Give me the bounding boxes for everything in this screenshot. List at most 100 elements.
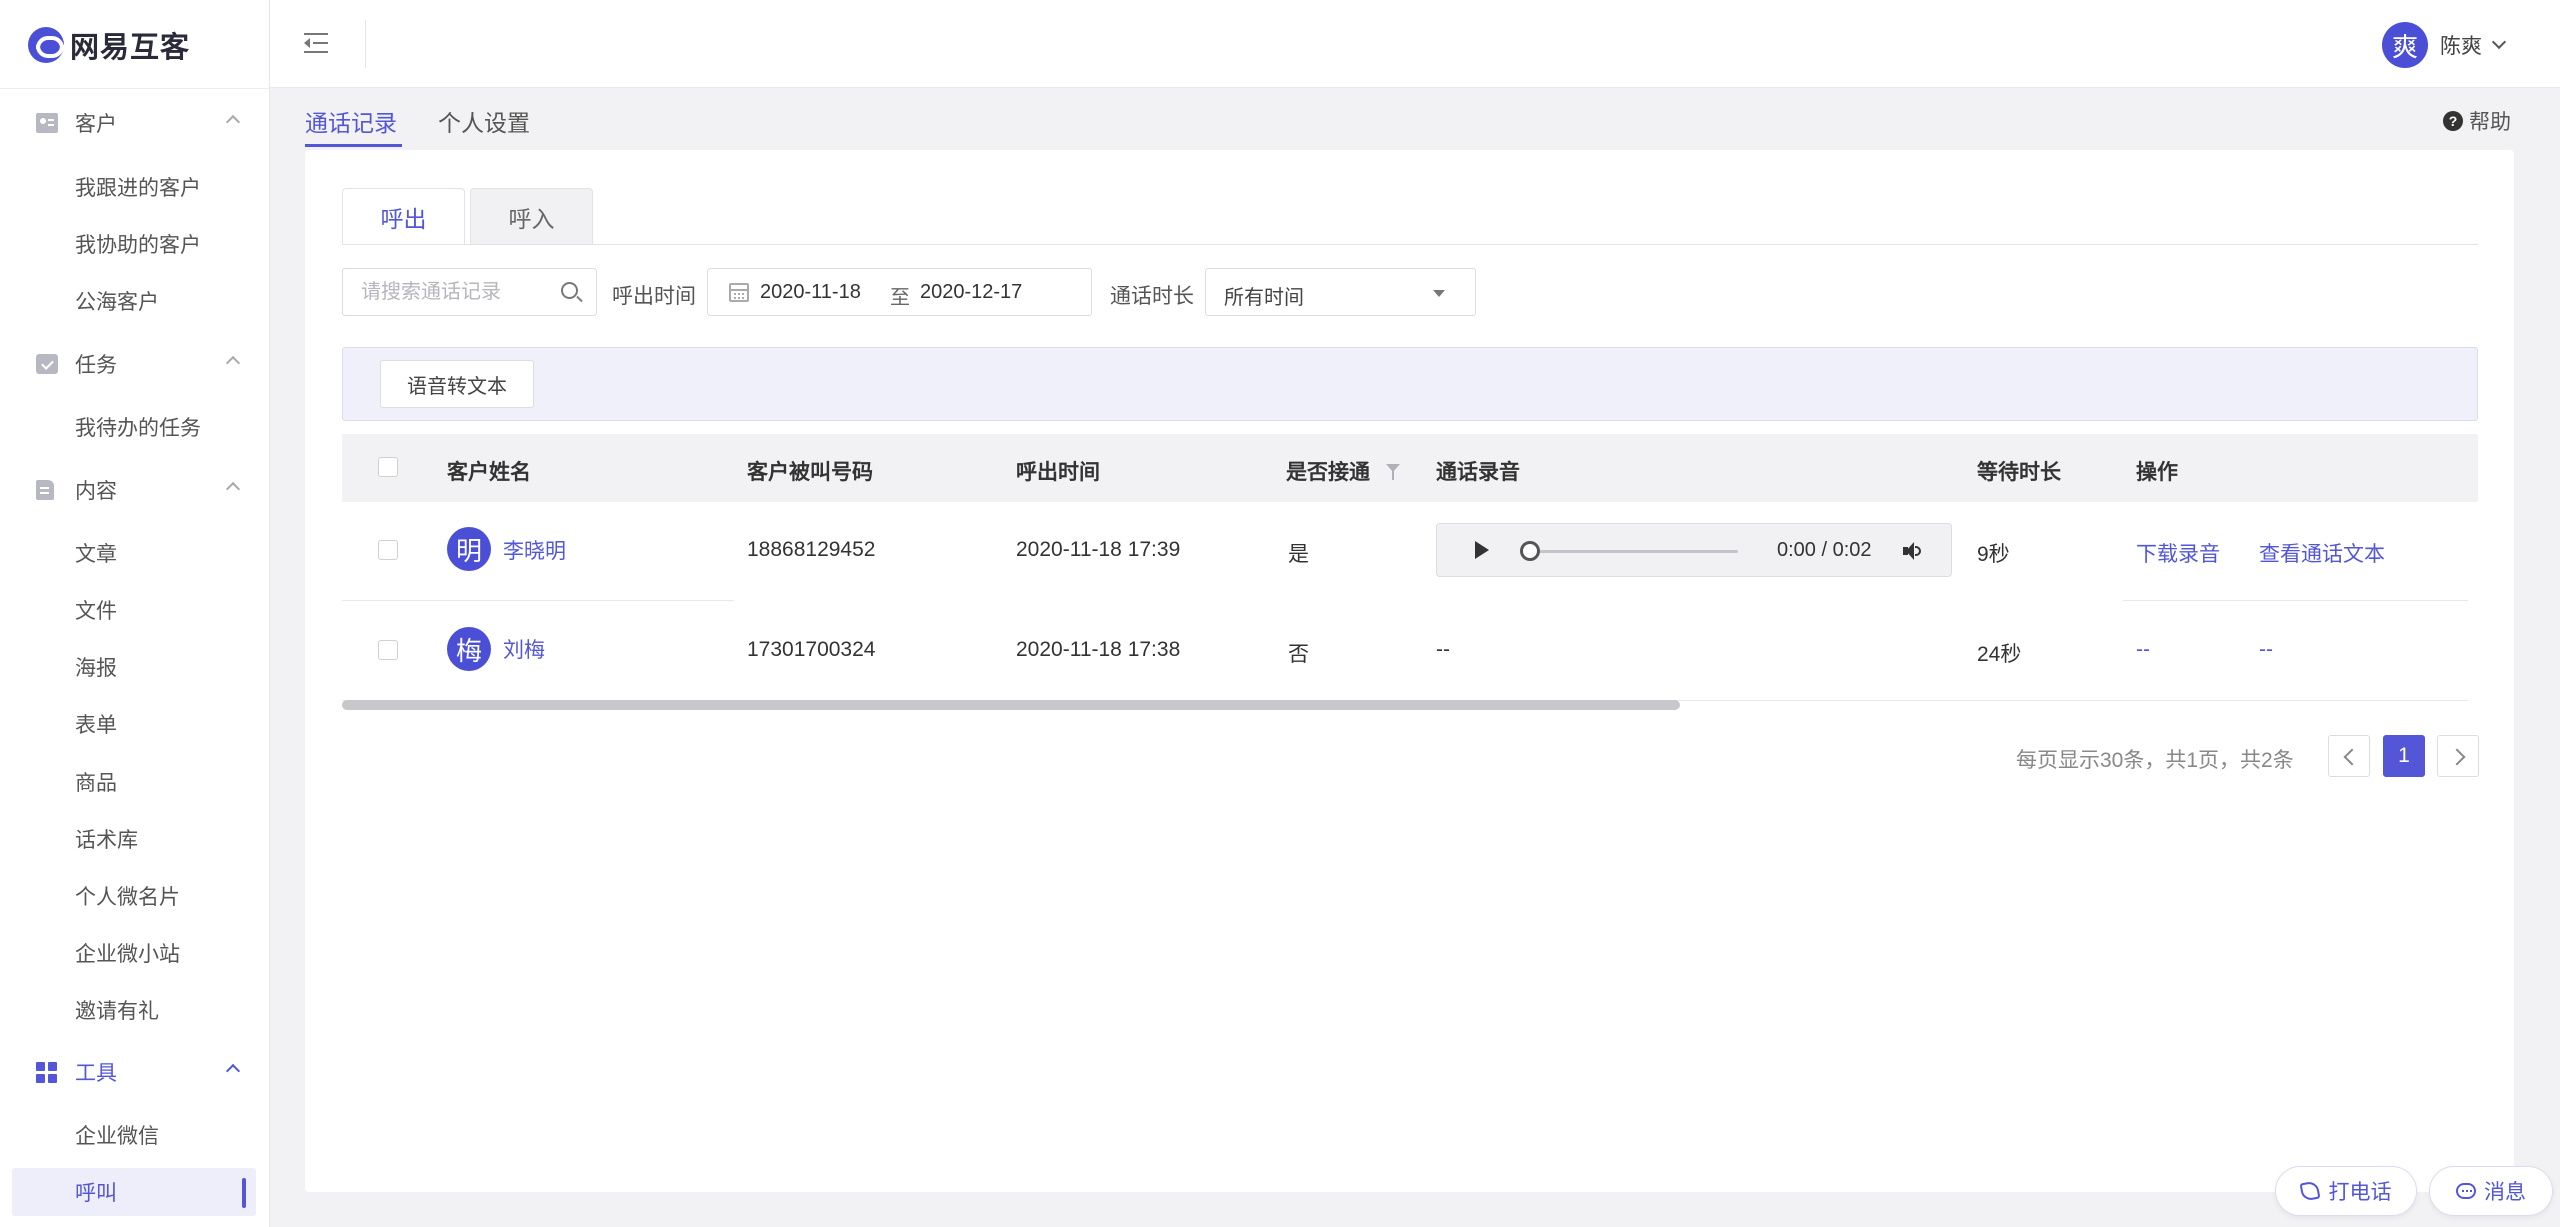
next-page-button[interactable] bbox=[2437, 735, 2479, 777]
prev-page-button[interactable] bbox=[2328, 735, 2370, 777]
sidebar-item-label: 话术库 bbox=[75, 829, 138, 852]
chat-bubble-icon bbox=[2456, 1183, 2476, 1199]
sidebar-item-personal-card[interactable]: 个人微名片 bbox=[0, 872, 270, 920]
row-checkbox[interactable] bbox=[378, 540, 398, 560]
play-icon[interactable] bbox=[1475, 541, 1489, 559]
phone-number: 17301700324 bbox=[747, 638, 876, 661]
call-time: 2020-11-18 17:39 bbox=[1016, 538, 1181, 561]
audio-progress-track[interactable] bbox=[1523, 550, 1738, 553]
user-menu[interactable]: 爽 陈爽 bbox=[2382, 22, 2507, 68]
phone-icon bbox=[2299, 1180, 2320, 1202]
customer-name-link[interactable]: 李晓明 bbox=[503, 535, 566, 565]
page-number-button[interactable]: 1 bbox=[2383, 735, 2425, 777]
search-icon[interactable] bbox=[561, 282, 578, 299]
search-box bbox=[342, 268, 597, 316]
customer-avatar: 明 bbox=[447, 527, 491, 571]
duration-select[interactable]: 所有时间 bbox=[1205, 268, 1476, 316]
audio-progress-thumb[interactable] bbox=[1520, 541, 1540, 561]
sidebar-item-label: 商品 bbox=[75, 772, 117, 795]
sidebar-group-tasks[interactable]: 任务 bbox=[0, 340, 270, 388]
make-call-button[interactable]: 打电话 bbox=[2275, 1166, 2417, 1216]
sidebar-item-label: 我待办的任务 bbox=[75, 417, 201, 440]
column-header-call-time: 呼出时间 bbox=[1016, 461, 1100, 484]
sub-tab-divider bbox=[342, 244, 2478, 245]
audio-time: 0:00 / 0:02 bbox=[1777, 539, 1872, 561]
chevron-down-icon bbox=[2491, 34, 2507, 50]
tab-call-records[interactable]: 通话记录 bbox=[305, 104, 397, 138]
column-header-phone: 客户被叫号码 bbox=[747, 461, 873, 484]
sidebar-item-label: 文章 bbox=[75, 543, 117, 566]
sidebar-item-script-library[interactable]: 话术库 bbox=[0, 815, 270, 863]
sidebar-item-assisted-customers[interactable]: 我协助的客户 bbox=[0, 220, 270, 268]
help-link[interactable]: ? 帮助 bbox=[2443, 106, 2511, 136]
date-range-picker[interactable]: 2020-11-18 至 2020-12-17 bbox=[707, 268, 1092, 316]
row-checkbox[interactable] bbox=[378, 640, 398, 660]
phone-number: 18868129452 bbox=[747, 538, 876, 561]
search-input[interactable] bbox=[343, 269, 553, 315]
filter-icon[interactable] bbox=[1386, 464, 1400, 480]
sidebar-item-label: 个人微名片 bbox=[75, 886, 180, 909]
row-divider bbox=[342, 600, 734, 601]
app-logo[interactable]: 网易互客 bbox=[28, 25, 190, 65]
sidebar-item-public-customers[interactable]: 公海客户 bbox=[0, 277, 270, 325]
sidebar-group-label: 工具 bbox=[75, 1062, 117, 1085]
logo-text: 网易互客 bbox=[70, 32, 191, 64]
tab-incoming[interactable]: 呼入 bbox=[470, 188, 593, 244]
download-recording-link[interactable]: 下载录音 bbox=[2136, 538, 2220, 568]
chevron-up-icon bbox=[225, 481, 241, 497]
document-icon bbox=[36, 480, 54, 500]
column-header-customer-name: 客户姓名 bbox=[447, 461, 531, 484]
customer-avatar: 梅 bbox=[447, 627, 491, 671]
sidebar-item-wecom[interactable]: 企业微信 bbox=[0, 1111, 270, 1159]
sidebar-group-content[interactable]: 内容 bbox=[0, 466, 270, 514]
customer-name-link[interactable]: 刘梅 bbox=[503, 634, 545, 664]
pagination-summary: 每页显示30条，共1页，共2条 bbox=[2016, 749, 2294, 772]
volume-icon[interactable] bbox=[1903, 542, 1925, 560]
active-tab-indicator bbox=[305, 144, 402, 147]
sidebar-divider bbox=[0, 88, 270, 89]
menu-collapse-icon[interactable] bbox=[304, 33, 330, 55]
recording-empty: -- bbox=[1436, 638, 1450, 661]
messages-button[interactable]: 消息 bbox=[2429, 1166, 2553, 1216]
sidebar-item-label: 海报 bbox=[75, 657, 117, 680]
sidebar-item-label: 呼叫 bbox=[75, 1182, 117, 1205]
sidebar-item-my-customers[interactable]: 我跟进的客户 bbox=[0, 163, 270, 211]
select-all-checkbox[interactable] bbox=[378, 457, 398, 477]
sidebar-item-posters[interactable]: 海报 bbox=[0, 643, 270, 691]
user-name: 陈爽 bbox=[2440, 35, 2482, 58]
tab-personal-settings[interactable]: 个人设置 bbox=[438, 104, 530, 138]
sidebar-item-label: 邀请有礼 bbox=[75, 1000, 159, 1023]
sidebar-item-my-todo-tasks[interactable]: 我待办的任务 bbox=[0, 403, 270, 451]
sidebar-item-mini-site[interactable]: 企业微小站 bbox=[0, 929, 270, 977]
wait-duration: 9秒 bbox=[1977, 543, 2010, 566]
sidebar-group-customers[interactable]: 客户 bbox=[0, 99, 270, 147]
connected-status: 是 bbox=[1288, 543, 1309, 566]
row-divider bbox=[2123, 600, 2468, 601]
sidebar-group-tools[interactable]: 工具 bbox=[0, 1048, 270, 1096]
sidebar-group-label: 内容 bbox=[75, 480, 117, 503]
sidebar-item-products[interactable]: 商品 bbox=[0, 758, 270, 806]
sidebar-item-label: 我协助的客户 bbox=[75, 234, 201, 257]
column-header-recording: 通话录音 bbox=[1436, 461, 1520, 484]
logo-mark-icon bbox=[28, 27, 64, 63]
calendar-icon bbox=[729, 283, 749, 302]
view-call-text-link[interactable]: -- bbox=[2259, 638, 2273, 662]
download-recording-link[interactable]: -- bbox=[2136, 638, 2150, 662]
sidebar-item-label: 表单 bbox=[75, 714, 117, 737]
sidebar-item-label: 我跟进的客户 bbox=[75, 177, 201, 200]
view-call-text-link[interactable]: 查看通话文本 bbox=[2259, 538, 2385, 568]
tab-outgoing[interactable]: 呼出 bbox=[342, 188, 465, 245]
speech-to-text-button[interactable]: 语音转文本 bbox=[380, 360, 534, 408]
help-label: 帮助 bbox=[2469, 111, 2511, 134]
sidebar-item-articles[interactable]: 文章 bbox=[0, 529, 270, 577]
horizontal-scrollbar[interactable] bbox=[342, 700, 1680, 710]
question-circle-icon: ? bbox=[2443, 111, 2463, 131]
sidebar-item-invite-rewards[interactable]: 邀请有礼 bbox=[0, 986, 270, 1034]
column-header-wait-duration: 等待时长 bbox=[1977, 461, 2061, 484]
sidebar-item-label: 公海客户 bbox=[75, 291, 159, 314]
column-header-actions: 操作 bbox=[2136, 461, 2178, 484]
sidebar-item-forms[interactable]: 表单 bbox=[0, 700, 270, 748]
sidebar-item-call[interactable]: 呼叫 bbox=[12, 1168, 256, 1216]
wait-duration: 24秒 bbox=[1977, 643, 2022, 666]
sidebar-item-files[interactable]: 文件 bbox=[0, 586, 270, 634]
